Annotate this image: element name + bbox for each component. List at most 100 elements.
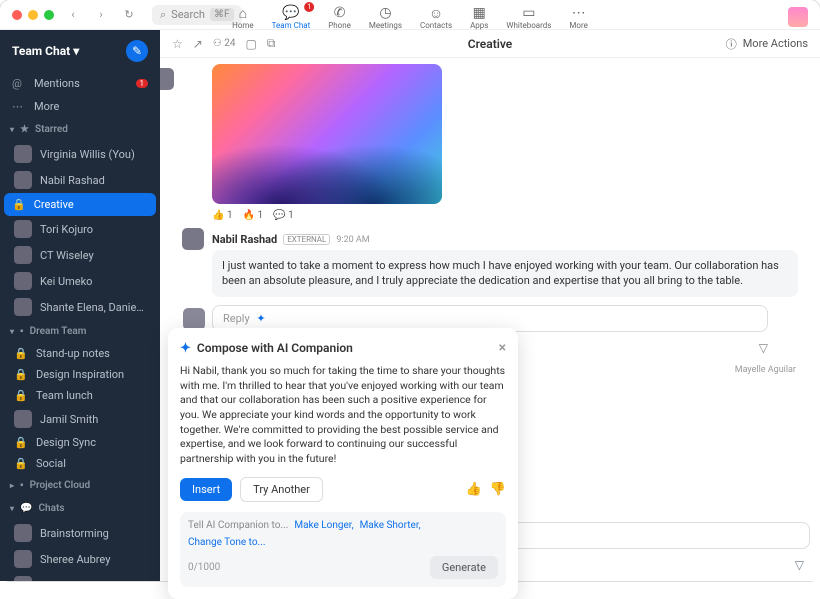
nav-apps[interactable]: ▦Apps [470, 5, 488, 30]
link-button[interactable]: ↗ [193, 37, 203, 51]
chat-icon: 💬 [282, 5, 299, 21]
back-button[interactable]: ‹ [64, 6, 82, 24]
section-starred[interactable]: ▾★Starred [0, 118, 160, 141]
reply-avatar [183, 308, 205, 330]
starred-item-ct[interactable]: CT Wiseley [0, 242, 160, 268]
top-nav: ⌂Home 💬1Team Chat ✆Phone ◷Meetings ☺Cont… [232, 5, 588, 30]
avatar [14, 298, 32, 316]
dream-item-jamil[interactable]: Jamil Smith [0, 406, 160, 432]
chat-item-sheree[interactable]: Sheree Aubrey [0, 546, 160, 572]
sidebar: Team Chat ▾ ✎ @Mentions1 ⋯More ▾★Starred… [0, 30, 160, 581]
avatar [14, 410, 32, 428]
chat-item-design-syncs[interactable]: Design syncs [0, 572, 160, 581]
external-badge: EXTERNAL [283, 234, 330, 245]
dream-item-team-lunch[interactable]: 🔒Team lunch [0, 385, 160, 406]
dream-item-design-sync[interactable]: 🔒Design Sync [0, 432, 160, 453]
lock-icon: 🔒 [12, 198, 26, 211]
mentions-badge: 1 [136, 79, 149, 88]
reaction-1[interactable]: 👍 1 [212, 210, 233, 221]
chat-header-right: ⓘ More Actions [726, 36, 808, 52]
message-time: 9:20 AM [336, 235, 369, 245]
minimize-window-button[interactable] [28, 10, 38, 20]
thumbs-up-button[interactable]: 👍 [466, 482, 482, 497]
reaction-2[interactable]: 🔥 1 [243, 210, 264, 221]
nav-home[interactable]: ⌂Home [232, 5, 254, 30]
section-project-cloud[interactable]: ▸▪Project Cloud [0, 474, 160, 497]
more-icon: ⋯ [572, 5, 586, 21]
image-attachment[interactable] [212, 64, 442, 204]
video-button[interactable]: ▢ [246, 37, 257, 51]
sidebar-title[interactable]: Team Chat ▾ [12, 44, 79, 58]
starred-item-nabil[interactable]: Nabil Rashad [0, 167, 160, 193]
close-window-button[interactable] [12, 10, 22, 20]
search-icon: ⌕ [160, 8, 166, 22]
message-author: Nabil Rashad [212, 233, 277, 246]
chat-item-brainstorming[interactable]: Brainstorming [0, 520, 160, 546]
dots-icon: ⋯ [12, 100, 26, 113]
reaction-3[interactable]: 💬 1 [273, 210, 294, 221]
maximize-window-button[interactable] [44, 10, 54, 20]
ai-panel-title: Compose with AI Companion [197, 341, 353, 355]
sparkle-icon[interactable]: ✦ [256, 312, 265, 325]
apps-icon: ▦ [473, 5, 486, 21]
starred-item-tori[interactable]: Tori Kojuro [0, 216, 160, 242]
lock-icon: 🔒 [14, 389, 28, 402]
starred-item-group[interactable]: Shante Elena, Daniel Bow... [0, 294, 160, 320]
make-longer-button[interactable]: Make Longer, [294, 520, 353, 531]
lock-icon: 🔒 [14, 347, 28, 360]
compose-button[interactable]: ✎ [126, 40, 148, 62]
new-window-button[interactable]: ⧉ [267, 36, 276, 51]
dream-item-standup[interactable]: 🔒Stand-up notes [0, 343, 160, 364]
starred-item-kei[interactable]: Kei Umeko [0, 268, 160, 294]
star-button[interactable]: ☆ [172, 37, 183, 51]
try-another-button[interactable]: Try Another [240, 477, 323, 502]
window-titlebar: ‹ › ↻ ⌕ Search ⌘F ⌂Home 💬1Team Chat ✆Pho… [0, 0, 820, 30]
nav-more[interactable]: ⋯More [569, 5, 587, 30]
chat-badge: 1 [304, 2, 314, 12]
star-icon: ★ [20, 124, 29, 135]
nav-whiteboards[interactable]: ▭Whiteboards [506, 5, 551, 30]
avatar [14, 524, 32, 542]
message-avatar [182, 228, 204, 250]
starred-item-virginia[interactable]: Virginia Willis (You) [0, 141, 160, 167]
dream-item-social[interactable]: 🔒Social [0, 453, 160, 474]
home-icon: ⌂ [239, 5, 247, 21]
nav-phone[interactable]: ✆Phone [328, 5, 351, 30]
nav-team-chat[interactable]: 💬1Team Chat [272, 5, 311, 30]
avatar [14, 272, 32, 290]
filter-button[interactable]: ▽ [795, 558, 804, 572]
section-chats[interactable]: ▾💬Chats [0, 497, 160, 520]
chat-header-left: ☆ ↗ ⚇ 24 ▢ ⧉ [172, 36, 275, 51]
search-shortcut: ⌘F [210, 8, 234, 21]
search-input[interactable]: ⌕ Search ⌘F [152, 5, 242, 25]
contacts-icon: ☺ [429, 5, 443, 21]
ai-prompt-label: Tell AI Companion to... [188, 520, 288, 531]
starred-item-creative[interactable]: 🔒Creative [4, 193, 156, 216]
make-shorter-button[interactable]: Make Shorter, [360, 520, 421, 531]
forward-button[interactable]: › [92, 6, 110, 24]
members-button[interactable]: ⚇ 24 [213, 38, 236, 49]
dream-item-design-inspiration[interactable]: 🔒Design Inspiration [0, 364, 160, 385]
sidebar-mentions[interactable]: @Mentions1 [0, 72, 160, 95]
chevron-down-icon: ▾ [10, 327, 14, 336]
info-icon[interactable]: ⓘ [726, 36, 737, 52]
lock-icon: 🔒 [14, 457, 28, 470]
chevron-right-icon: ▸ [10, 481, 14, 490]
section-dream-team[interactable]: ▾▪Dream Team [0, 320, 160, 343]
chat-header: ☆ ↗ ⚇ 24 ▢ ⧉ Creative ⓘ More Actions [160, 30, 820, 58]
insert-button[interactable]: Insert [180, 478, 232, 501]
nav-contacts[interactable]: ☺Contacts [420, 5, 452, 30]
filter-button[interactable]: ▽ [759, 341, 768, 355]
history-button[interactable]: ↻ [120, 6, 138, 24]
message-body: I just wanted to take a moment to expres… [212, 250, 798, 297]
nav-meetings[interactable]: ◷Meetings [369, 5, 402, 30]
close-button[interactable]: × [499, 340, 506, 356]
at-icon: @ [12, 77, 26, 90]
change-tone-button[interactable]: Change Tone to... [188, 537, 265, 548]
user-avatar[interactable] [788, 7, 808, 27]
char-counter: 0/1000 [188, 562, 220, 573]
generate-button[interactable]: Generate [430, 556, 498, 579]
more-actions-button[interactable]: More Actions [743, 37, 808, 50]
sidebar-more[interactable]: ⋯More [0, 95, 160, 118]
thumbs-down-button[interactable]: 👎 [490, 482, 506, 497]
